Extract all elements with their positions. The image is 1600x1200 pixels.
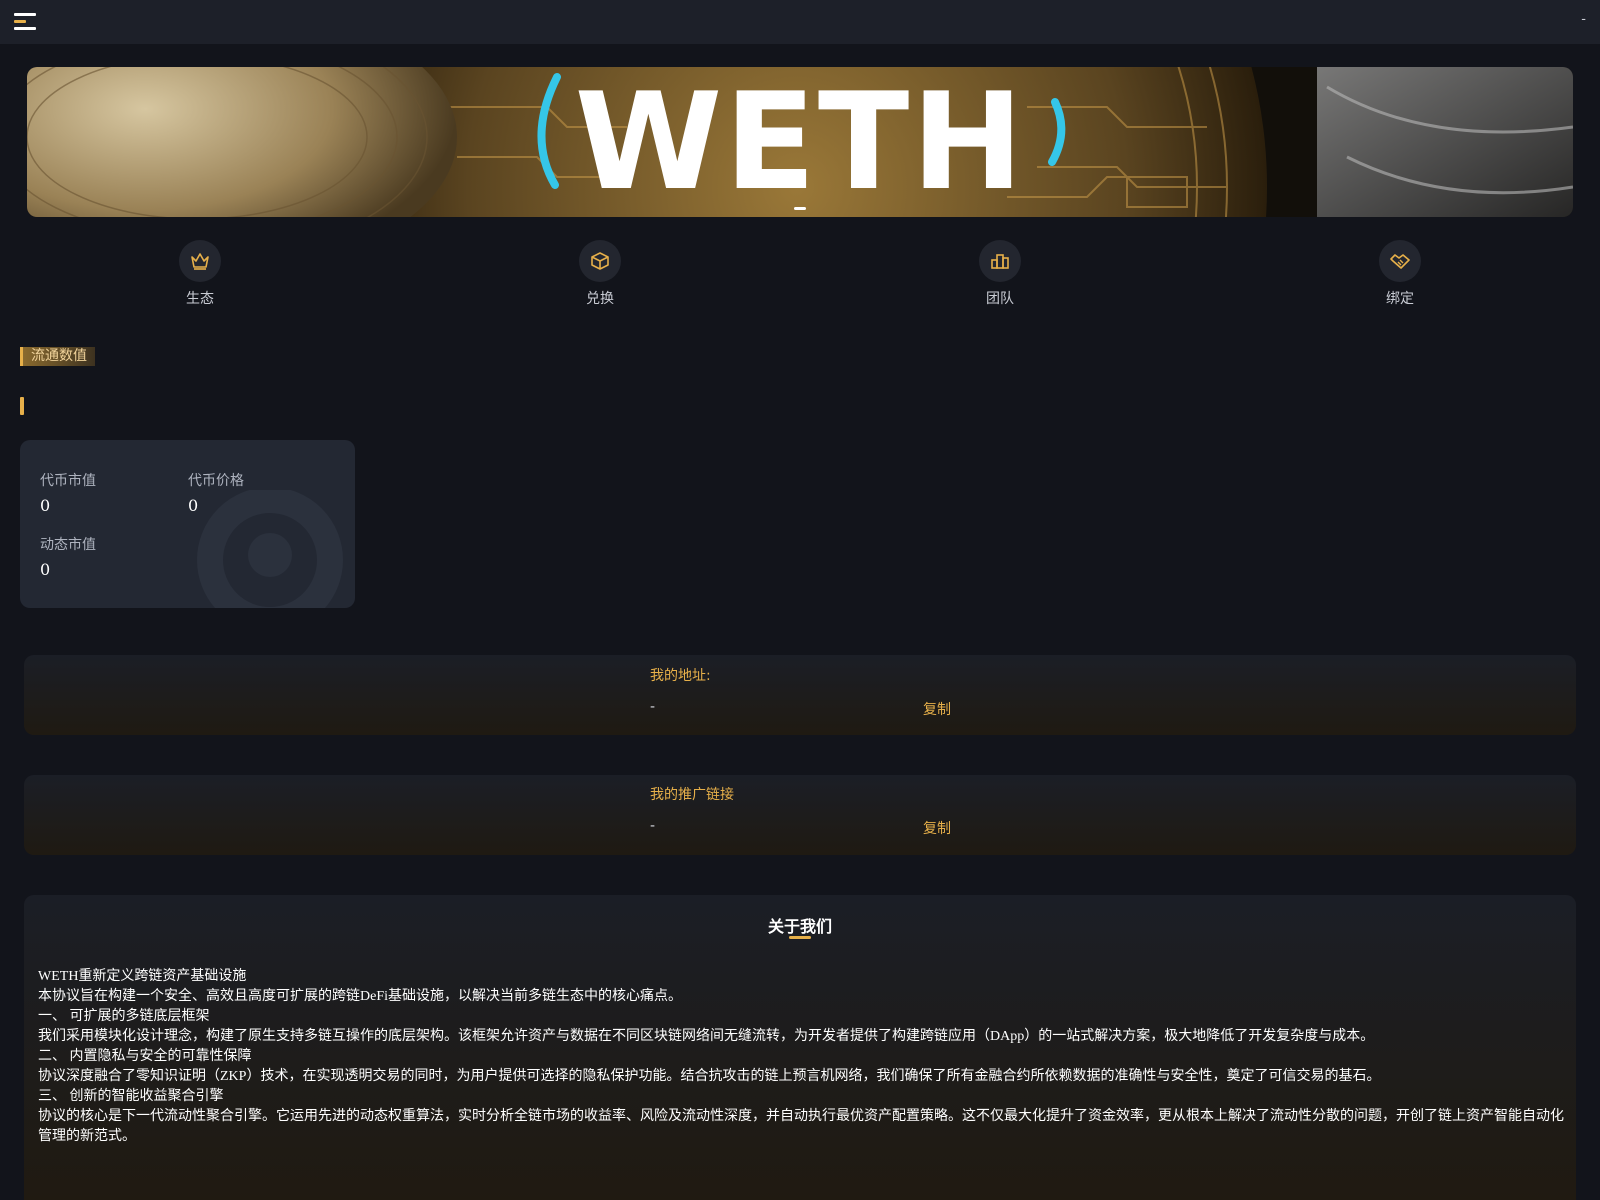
nav-item-team[interactable]: 团队 — [940, 240, 1060, 308]
section-title: 流通数值 — [20, 347, 95, 366]
referral-panel: 我的推广链接 - 复制 — [24, 775, 1576, 855]
menu-icon[interactable] — [14, 13, 36, 31]
nav-item-bind[interactable]: 绑定 — [1340, 240, 1460, 308]
address-value: - — [650, 699, 656, 715]
nav-label: 绑定 — [1386, 291, 1414, 307]
about-line: 二、 内置隐私与安全的可靠性保障 — [38, 1049, 252, 1064]
about-line: WETH重新定义跨链资产基础设施 — [38, 969, 247, 984]
about-title-underline — [789, 936, 811, 939]
referral-title: 我的推广链接 — [650, 787, 734, 803]
about-body: WETH重新定义跨链资产基础设施 本协议旨在构建一个安全、高效且高度可扩展的跨链… — [38, 967, 1568, 1147]
podium-icon — [979, 240, 1021, 282]
about-title: 关于我们 — [767, 917, 832, 936]
nav-item-ecosystem[interactable]: 生态 — [140, 240, 260, 308]
stat-value: 0 — [40, 560, 51, 579]
stat-value: 0 — [40, 496, 51, 515]
stat-market-cap: 代币市值 0 — [40, 470, 96, 515]
address-panel: 我的地址: - 复制 — [24, 655, 1576, 735]
about-line: 一、 可扩展的多链底层框架 — [38, 1009, 210, 1024]
about-line: 我们采用模块化设计理念，构建了原生支持多链互操作的底层架构。该框架允许资产与数据… — [38, 1029, 1375, 1044]
stat-token-price: 代币价格 0 — [188, 470, 244, 515]
stat-label: 代币市值 — [40, 473, 96, 489]
section-marker — [20, 397, 24, 415]
quick-nav: 生态 兑换 团队 绑定 — [0, 240, 1600, 310]
nav-label: 兑换 — [586, 291, 614, 307]
referral-value: - — [650, 818, 656, 834]
banner-title: WETH — [574, 67, 1026, 217]
about-line: 协议深度融合了零知识证明（ZKP）技术，在实现透明交易的同时，为用户提供可选择的… — [38, 1069, 1381, 1084]
about-line: 三、 创新的智能收益聚合引擎 — [38, 1089, 224, 1104]
account-status[interactable]: - — [1581, 12, 1586, 27]
stat-label: 动态市值 — [40, 537, 96, 553]
banner-carousel[interactable]: WETH — [27, 67, 1573, 217]
stat-value: 0 — [188, 496, 199, 515]
copy-address-button[interactable]: 复制 — [923, 699, 951, 719]
address-title: 我的地址: — [650, 668, 711, 684]
about-panel: 关于我们 WETH重新定义跨链资产基础设施 本协议旨在构建一个安全、高效且高度可… — [24, 895, 1576, 1200]
nav-label: 团队 — [986, 291, 1014, 307]
stat-dynamic-cap: 动态市值 0 — [40, 534, 96, 579]
carousel-indicator[interactable] — [794, 207, 806, 210]
cube-icon — [579, 240, 621, 282]
handshake-icon — [1379, 240, 1421, 282]
nav-item-exchange[interactable]: 兑换 — [540, 240, 660, 308]
copy-referral-button[interactable]: 复制 — [923, 818, 951, 838]
nav-label: 生态 — [186, 291, 214, 307]
about-line: 本协议旨在构建一个安全、高效且高度可扩展的跨链DeFi基础设施，以解决当前多链生… — [38, 989, 682, 1004]
top-bar: - — [0, 0, 1600, 44]
about-line: 协议的核心是下一代流动性聚合引擎。它运用先进的动态权重算法，实时分析全链市场的收… — [38, 1109, 1564, 1144]
crown-icon — [179, 240, 221, 282]
stat-label: 代币价格 — [188, 473, 244, 489]
stats-card: 代币市值 0 代币价格 0 动态市值 0 — [20, 440, 355, 608]
